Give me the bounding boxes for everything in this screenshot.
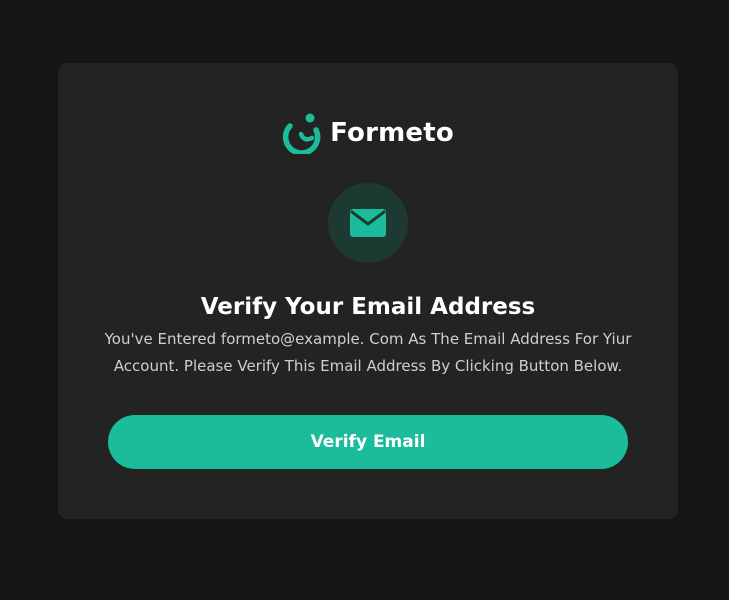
brand-name: Formeto: [330, 118, 454, 148]
envelope-icon: [350, 209, 386, 237]
formeto-logo-icon: [282, 113, 321, 154]
verify-email-card: Formeto Verify Your Email Address You've…: [58, 63, 678, 519]
mail-badge: [328, 183, 408, 263]
page-title: Verify Your Email Address: [200, 294, 536, 320]
verify-email-button[interactable]: Verify Email: [108, 415, 628, 469]
brand-logo: Formeto: [58, 110, 678, 156]
verification-message: You've Entered formeto@example. Com As T…: [104, 330, 632, 375]
